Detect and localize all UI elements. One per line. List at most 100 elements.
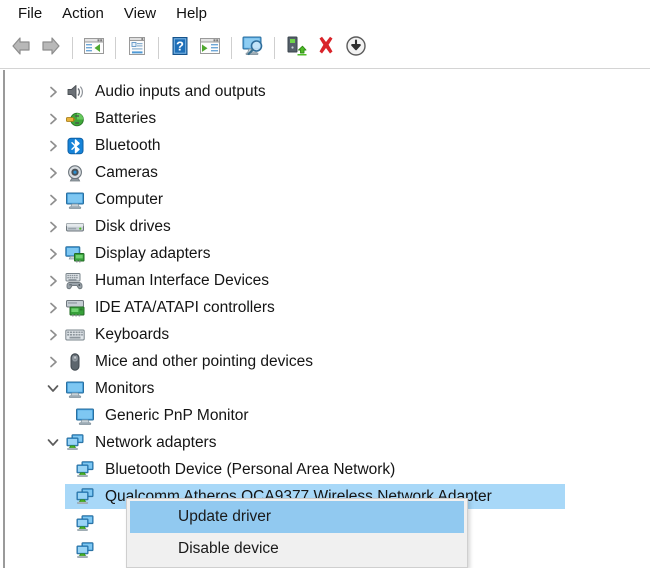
forward-button[interactable] (36, 33, 66, 63)
context-menu-item-label: Update driver (178, 508, 272, 525)
context-menu: Update driver Disable device (126, 498, 468, 568)
battery-icon (63, 108, 87, 130)
disk-drive-icon (63, 216, 87, 238)
tree-item-label: Monitors (95, 379, 155, 397)
scan-for-hardware-changes-button[interactable] (238, 33, 268, 63)
chevron-right-icon[interactable] (43, 159, 63, 186)
help-button[interactable]: ? (165, 33, 195, 63)
context-menu-item-update-driver[interactable]: Update driver (130, 501, 464, 533)
svg-text:?: ? (176, 38, 184, 53)
disable-device-icon (345, 35, 367, 62)
update-driver-button[interactable] (281, 33, 311, 63)
toolbar-separator-4 (231, 37, 232, 59)
chevron-right-icon[interactable] (43, 186, 63, 213)
disable-device-button[interactable] (341, 33, 371, 63)
forward-arrow-icon (40, 36, 62, 61)
hid-icon (63, 270, 87, 292)
tree-item-network-adapters[interactable]: Network adapters (5, 429, 650, 456)
display-adapter-icon (63, 243, 87, 265)
tree-item-cameras[interactable]: Cameras (5, 159, 650, 186)
menu-view[interactable]: View (114, 2, 166, 26)
tree-item-batteries[interactable]: Batteries (5, 105, 650, 132)
tree-item-label: Bluetooth (95, 136, 161, 154)
scan-for-hardware-changes-icon (241, 35, 265, 62)
chevron-right-icon[interactable] (43, 348, 63, 375)
chevron-down-icon[interactable] (43, 429, 63, 456)
tree-item-audio-inputs-and-outputs[interactable]: Audio inputs and outputs (5, 78, 650, 105)
back-arrow-icon (10, 36, 32, 61)
chevron-right-icon[interactable] (43, 132, 63, 159)
keyboard-icon (63, 324, 87, 346)
toolbar-separator-2 (115, 37, 116, 59)
tree-item-label: Batteries (95, 109, 157, 127)
chevron-right-icon[interactable] (43, 105, 63, 132)
device-tree: Audio inputs and outputs Batteries Bluet… (5, 70, 650, 568)
camera-icon (63, 162, 87, 184)
toolbar-separator-1 (72, 37, 73, 59)
tree-item-keyboards[interactable]: Keyboards (5, 321, 650, 348)
tree-item-label: IDE ATA/ATAPI controllers (95, 298, 275, 316)
network-adapter-icon (73, 540, 97, 562)
show-hide-console-tree-button[interactable] (79, 33, 109, 63)
speaker-icon (63, 81, 87, 103)
tree-item-label: Computer (95, 190, 164, 208)
tree-item-label: Disk drives (95, 217, 171, 235)
uninstall-device-button[interactable] (311, 33, 341, 63)
monitor-icon (73, 405, 97, 427)
network-adapter-icon (73, 513, 97, 535)
chevron-right-icon[interactable] (43, 267, 63, 294)
chevron-right-icon[interactable] (43, 240, 63, 267)
menu-action[interactable]: Action (52, 2, 114, 26)
network-adapter-icon (63, 432, 87, 454)
mouse-icon (63, 351, 87, 373)
show-hide-action-pane-icon (199, 36, 221, 61)
device-tree-panel: Audio inputs and outputs Batteries Bluet… (3, 70, 650, 568)
tree-item-label: Keyboards (95, 325, 170, 343)
tree-item-label: Network adapters (95, 433, 217, 451)
chevron-right-icon[interactable] (43, 213, 63, 240)
tree-item-label: Human Interface Devices (95, 271, 270, 289)
tree-item-label: Bluetooth Device (Personal Area Network) (105, 460, 396, 478)
uninstall-device-icon (315, 35, 337, 62)
tree-item-computer[interactable]: Computer (5, 186, 650, 213)
menu-bar: File Action View Help (0, 0, 650, 28)
tree-item-label: Mice and other pointing devices (95, 352, 313, 370)
toolbar-separator-5 (274, 37, 275, 59)
tree-item-generic-pnp-monitor[interactable]: Generic PnP Monitor (5, 402, 650, 429)
chevron-right-icon[interactable] (43, 294, 63, 321)
menu-file[interactable]: File (8, 2, 52, 26)
monitor-icon (63, 378, 87, 400)
back-button[interactable] (6, 33, 36, 63)
tree-item-label: Cameras (95, 163, 158, 181)
tree-item-bluetooth-device-personal-area-network[interactable]: Bluetooth Device (Personal Area Network) (5, 456, 650, 483)
chevron-right-icon[interactable] (43, 78, 63, 105)
chevron-right-icon[interactable] (43, 321, 63, 348)
toolbar: ? (0, 28, 650, 69)
show-hide-console-tree-icon (83, 36, 105, 61)
chevron-down-icon[interactable] (43, 375, 63, 402)
computer-icon (63, 189, 87, 211)
help-icon: ? (169, 36, 191, 61)
network-adapter-icon (73, 486, 97, 508)
tree-item-label: Display adapters (95, 244, 211, 262)
tree-item-display-adapters[interactable]: Display adapters (5, 240, 650, 267)
context-menu-item-disable-device[interactable]: Disable device (130, 533, 464, 565)
menu-help[interactable]: Help (166, 2, 217, 26)
tree-item-bluetooth[interactable]: Bluetooth (5, 132, 650, 159)
show-hide-action-pane-button[interactable] (195, 33, 225, 63)
tree-item-label: Generic PnP Monitor (105, 406, 249, 424)
update-driver-icon (285, 35, 307, 62)
tree-item-mice-and-other-pointing-devices[interactable]: Mice and other pointing devices (5, 348, 650, 375)
properties-button[interactable] (122, 33, 152, 63)
toolbar-separator-3 (158, 37, 159, 59)
tree-item-human-interface-devices[interactable]: Human Interface Devices (5, 267, 650, 294)
properties-icon (126, 36, 148, 61)
tree-item-monitors[interactable]: Monitors (5, 375, 650, 402)
ide-controller-icon (63, 297, 87, 319)
network-adapter-icon (73, 459, 97, 481)
context-menu-item-label: Disable device (178, 540, 279, 557)
tree-item-label: Audio inputs and outputs (95, 82, 266, 100)
tree-item-disk-drives[interactable]: Disk drives (5, 213, 650, 240)
tree-item-ide-ata-atapi-controllers[interactable]: IDE ATA/ATAPI controllers (5, 294, 650, 321)
bluetooth-icon (63, 135, 87, 157)
